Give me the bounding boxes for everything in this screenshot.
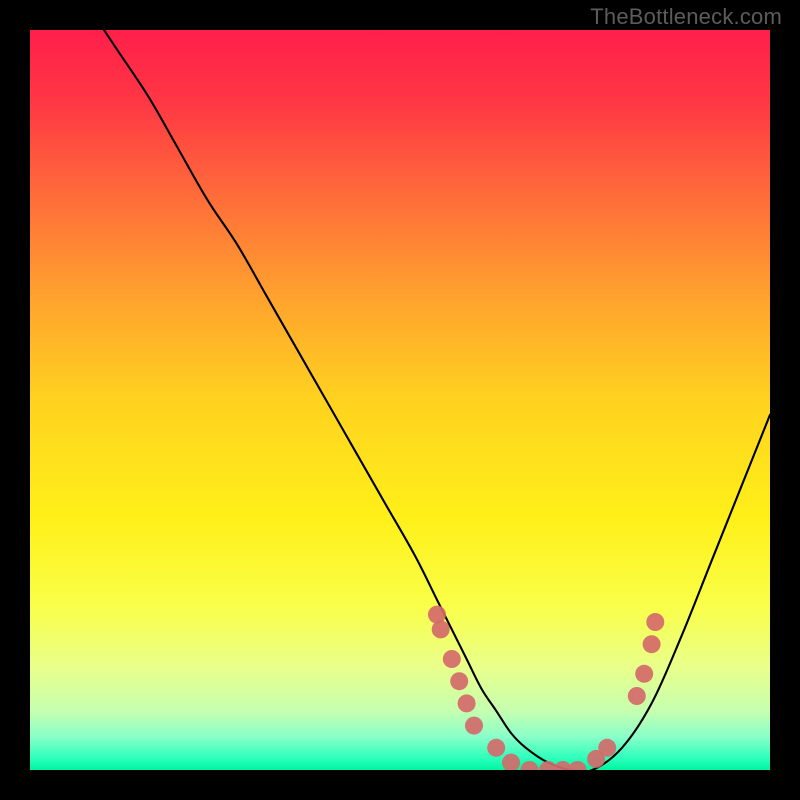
curve-marker (450, 672, 468, 690)
curve-marker (643, 635, 661, 653)
curve-markers (428, 606, 664, 770)
plot-area (30, 30, 770, 770)
curve-marker (432, 620, 450, 638)
curve-marker (569, 761, 587, 770)
watermark-label: TheBottleneck.com (590, 4, 782, 30)
curve-marker (443, 650, 461, 668)
bottleneck-curve (104, 30, 770, 770)
chart-stage: TheBottleneck.com (0, 0, 800, 800)
curve-marker (465, 717, 483, 735)
curve-marker (598, 739, 616, 757)
curve-marker (487, 739, 505, 757)
curve-marker (458, 694, 476, 712)
curve-marker (635, 665, 653, 683)
curve-marker (502, 754, 520, 770)
curve-marker (521, 761, 539, 770)
curve-marker (628, 687, 646, 705)
curve-layer (30, 30, 770, 770)
curve-marker (646, 613, 664, 631)
